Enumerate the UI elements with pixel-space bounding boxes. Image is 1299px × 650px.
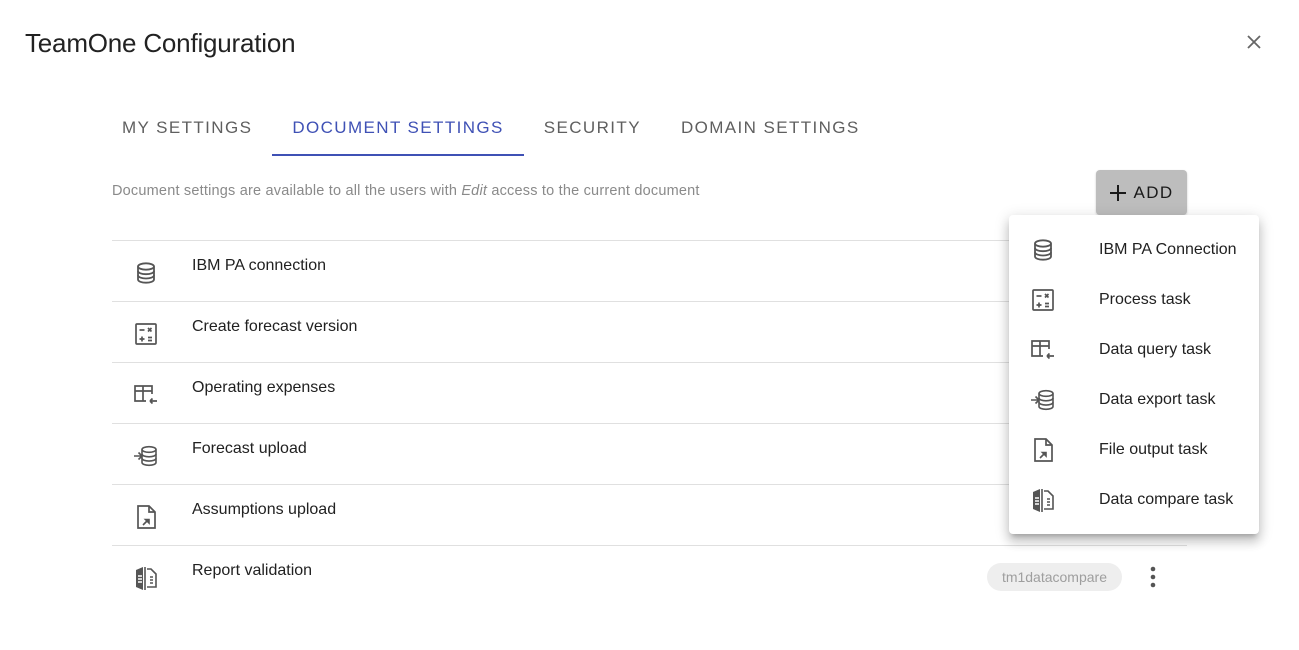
menu-item-label: File output task (1099, 441, 1208, 458)
list-item-name: Report validation (192, 562, 313, 579)
menu-item-file-output-task[interactable]: File output task (1009, 425, 1259, 475)
menu-item-label: IBM PA Connection (1099, 241, 1237, 258)
menu-item-label: Data compare task (1099, 491, 1234, 508)
calculator-icon (1029, 286, 1057, 314)
more-options-button[interactable] (1139, 562, 1167, 592)
tab-my-settings[interactable]: MY SETTINGS (102, 100, 272, 155)
database-import-icon (1029, 386, 1057, 414)
settings-description: Document settings are available to all t… (112, 183, 700, 199)
dialog-title: TeamOne Configuration (25, 28, 296, 58)
compare-icon (132, 564, 160, 592)
table-query-icon (1029, 336, 1057, 364)
type-chip: tm1datacompare (986, 563, 1122, 591)
close-button[interactable] (1238, 26, 1270, 58)
menu-item-data-export-task[interactable]: Data export task (1009, 375, 1259, 425)
compare-icon (1029, 486, 1057, 514)
list-item-name: Operating expenses (192, 379, 336, 396)
more-vert-icon (1150, 566, 1156, 588)
file-output-icon (132, 503, 160, 531)
list-item-name: Forecast upload (192, 440, 307, 457)
database-import-icon (132, 442, 160, 470)
list-item-name: IBM PA connection (192, 257, 326, 274)
list-item-name: Assumptions upload (192, 501, 337, 518)
add-button[interactable]: ADD (1096, 170, 1187, 215)
tab-domain-settings[interactable]: DOMAIN SETTINGS (661, 100, 880, 155)
calculator-icon (132, 320, 160, 348)
close-icon (1247, 35, 1261, 49)
database-icon (1029, 236, 1057, 264)
list-item-name: Create forecast version (192, 318, 358, 335)
database-icon (132, 259, 160, 287)
menu-item-data-compare-task[interactable]: Data compare task (1009, 475, 1259, 525)
add-button-label: ADD (1133, 182, 1174, 202)
menu-item-label: Data query task (1099, 341, 1212, 358)
menu-item-label: Data export task (1099, 391, 1216, 408)
add-menu: IBM PA Connection Process task Data quer… (1009, 215, 1259, 534)
tab-security[interactable]: SECURITY (524, 100, 661, 155)
settings-tabs: MY SETTINGS DOCUMENT SETTINGS SECURITY D… (102, 100, 880, 156)
list-item-report-validation[interactable]: Report validation tm1datacompare (112, 545, 1187, 606)
file-output-icon (1029, 436, 1057, 464)
menu-item-data-query-task[interactable]: Data query task (1009, 325, 1259, 375)
tab-document-settings[interactable]: DOCUMENT SETTINGS (272, 100, 525, 156)
plus-icon (1110, 184, 1127, 201)
menu-item-label: Process task (1099, 291, 1191, 308)
menu-item-process-task[interactable]: Process task (1009, 275, 1259, 325)
table-query-icon (132, 381, 160, 409)
menu-item-ibm-pa-connection[interactable]: IBM PA Connection (1009, 225, 1259, 275)
